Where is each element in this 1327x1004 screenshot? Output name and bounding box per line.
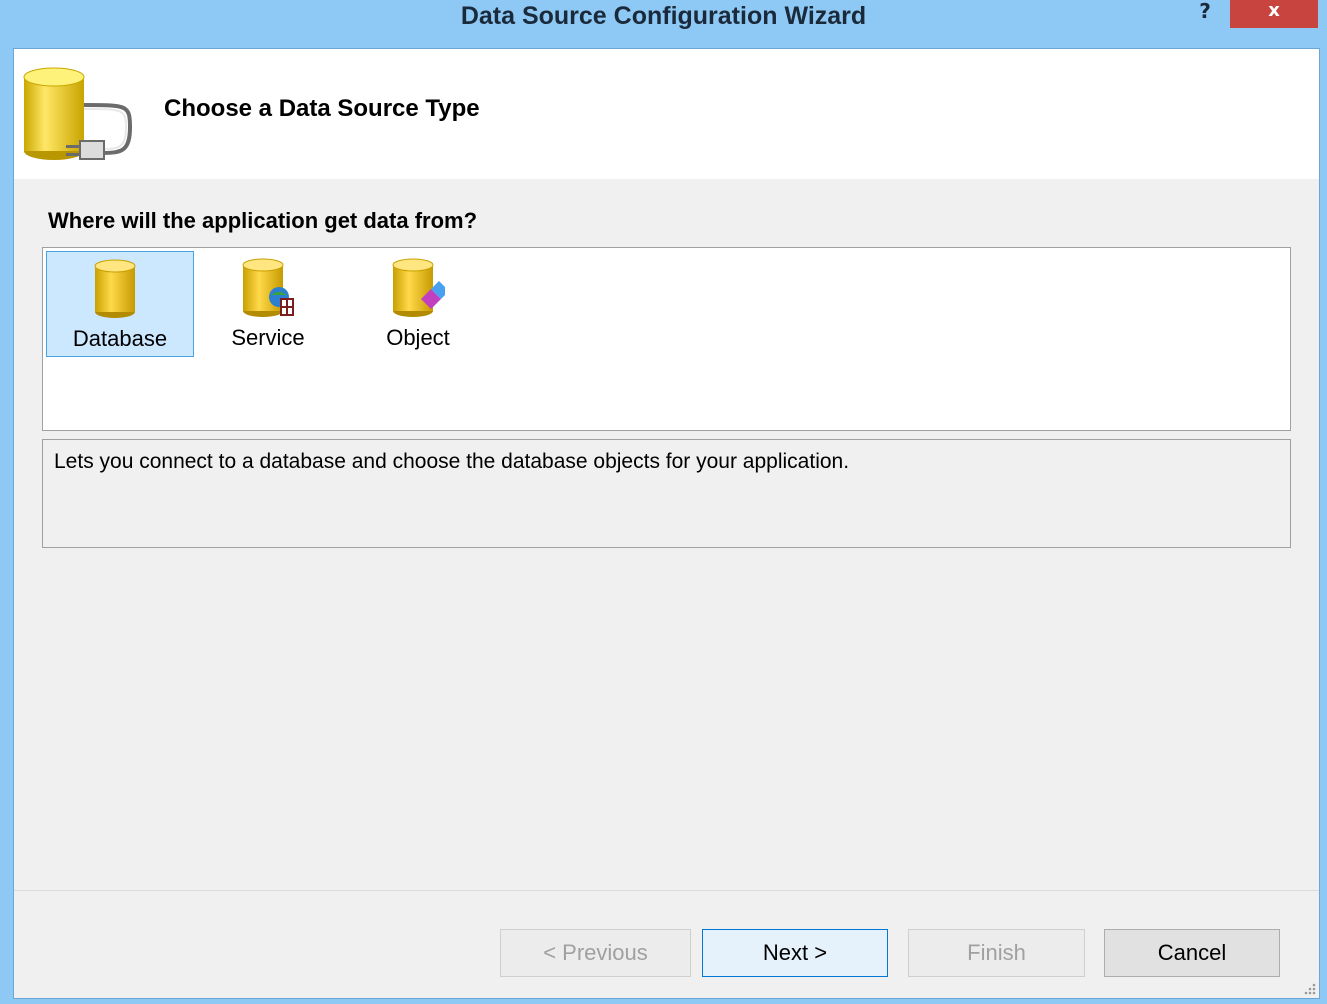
list-item-database[interactable]: Database	[46, 251, 194, 357]
list-item-label: Service	[231, 325, 305, 350]
window-title: Data Source Configuration Wizard	[460, 2, 867, 30]
service-database-icon	[242, 258, 294, 317]
previous-button[interactable]: < Previous	[500, 929, 691, 977]
object-database-icon	[392, 258, 445, 317]
wizard-window: Data Source Configuration Wizard ? x Cho…	[0, 0, 1327, 1004]
wizard-header: Choose a Data Source Type	[14, 49, 1319, 179]
close-button[interactable]: x	[1230, 0, 1318, 28]
list-item-label: Database	[72, 326, 168, 351]
help-button[interactable]: ?	[1190, 0, 1220, 24]
list-item-object[interactable]: Object	[345, 251, 491, 355]
wizard-client-area: Choose a Data Source Type Where will the…	[13, 48, 1320, 999]
page-title: Choose a Data Source Type	[164, 95, 480, 122]
cancel-button[interactable]: Cancel	[1104, 929, 1280, 977]
list-item-service[interactable]: Service	[195, 251, 341, 355]
footer-separator	[14, 890, 1319, 891]
description-text: Lets you connect to a database and choos…	[54, 450, 850, 473]
list-item-label: Object	[386, 325, 450, 350]
question-label: Where will the application get data from…	[48, 208, 478, 233]
description-box: Lets you connect to a database and choos…	[42, 439, 1291, 548]
title-bar[interactable]: Data Source Configuration Wizard ? x	[0, 0, 1327, 48]
finish-button[interactable]: Finish	[908, 929, 1085, 977]
next-button[interactable]: Next >	[702, 929, 888, 977]
resize-grip-icon[interactable]	[1301, 980, 1317, 996]
data-source-type-list[interactable]: Database Service Object	[42, 247, 1291, 431]
database-icon	[94, 259, 136, 318]
database-plug-icon	[23, 67, 133, 160]
